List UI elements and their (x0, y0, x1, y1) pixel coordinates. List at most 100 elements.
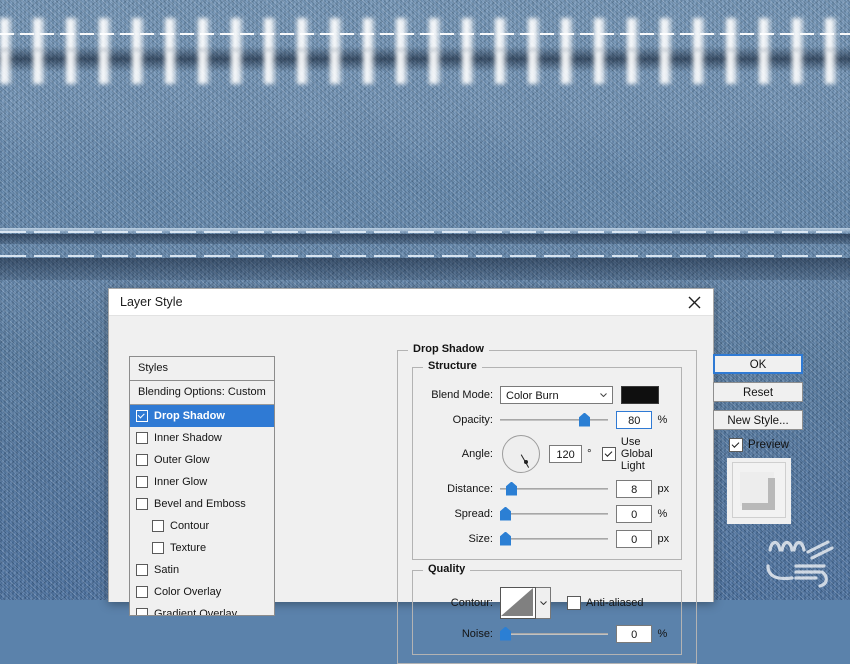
angle-dial-tip (524, 460, 528, 464)
distance-slider-handle[interactable] (506, 481, 517, 496)
opacity-slider-handle[interactable] (579, 412, 590, 427)
style-item-label: Gradient Overlay (154, 608, 238, 616)
size-label: Size: (468, 532, 493, 545)
opacity-input[interactable]: 80 (616, 410, 653, 429)
contour-label: Contour: (450, 597, 493, 609)
style-item-drop-shadow[interactable]: Drop Shadow (130, 405, 274, 427)
dialog-title: Layer Style (120, 295, 183, 309)
layer-style-dialog: Layer Style Styles Blending Options: Cus… (108, 288, 803, 664)
quality-group-title: Quality (423, 563, 471, 575)
size-unit: px (657, 532, 670, 545)
anti-aliased-row[interactable]: Anti-aliased (567, 596, 643, 610)
checkbox-contour[interactable] (152, 520, 164, 532)
second-stitch-highlights (0, 50, 850, 84)
distance-input[interactable]: 8 (616, 479, 653, 498)
reset-button[interactable]: Reset (713, 382, 803, 402)
dialog-titlebar: Layer Style (109, 289, 713, 316)
use-global-light-row[interactable]: Use Global Light (601, 436, 673, 472)
close-icon[interactable] (683, 293, 705, 311)
checkbox-satin[interactable] (136, 564, 148, 576)
size-row: Size: 0 px (421, 528, 673, 549)
noise-unit: % (657, 627, 668, 640)
size-slider[interactable] (500, 530, 608, 548)
angle-dial[interactable] (502, 435, 540, 473)
blending-options-row[interactable]: Blending Options: Custom (130, 381, 274, 405)
style-item-satin[interactable]: Satin (130, 559, 274, 581)
shadow-color-swatch[interactable] (621, 385, 659, 404)
size-input[interactable]: 0 (616, 529, 653, 548)
seam-shadow-upper (0, 234, 850, 244)
angle-label: Angle: (461, 448, 493, 460)
style-item-inner-glow[interactable]: Inner Glow (130, 471, 274, 493)
checkbox-texture[interactable] (152, 542, 164, 554)
style-item-outer-glow[interactable]: Outer Glow (130, 449, 274, 471)
noise-slider[interactable] (500, 625, 608, 643)
style-item-label: Inner Glow (154, 476, 208, 488)
noise-input[interactable]: 0 (616, 624, 653, 643)
preview-label: Preview (748, 439, 789, 451)
opacity-unit: % (657, 413, 668, 426)
style-item-gradient-overlay[interactable]: Gradient Overlay (130, 603, 274, 616)
structure-group-title: Structure (423, 360, 482, 372)
quality-group: Quality Contour: Anti-aliased Noise: 0 % (412, 563, 682, 655)
checkbox-bevel-and-emboss[interactable] (136, 498, 148, 510)
preview-checkbox[interactable] (729, 438, 744, 452)
spread-unit: % (657, 507, 668, 520)
structure-group: Structure Blend Mode: Color Burn Opacity… (412, 360, 682, 560)
checkbox-gradient-overlay[interactable] (136, 608, 148, 615)
size-slider-track (500, 537, 608, 540)
opacity-slider[interactable] (500, 411, 608, 429)
checkbox-inner-shadow[interactable] (136, 432, 148, 444)
style-item-label: Inner Shadow (154, 432, 222, 444)
distance-label: Distance: (447, 482, 493, 495)
distance-slider[interactable] (500, 480, 608, 498)
preview-thumbnail-shadow-bottom (742, 503, 775, 510)
style-item-inner-shadow[interactable]: Inner Shadow (130, 427, 274, 449)
style-item-label: Color Overlay (154, 586, 222, 598)
opacity-label: Opacity: (452, 413, 493, 426)
dialog-buttons: OK Reset New Style... Preview (713, 354, 805, 524)
size-slider-handle[interactable] (500, 531, 511, 546)
styles-list-header[interactable]: Styles (130, 357, 274, 381)
checkbox-color-overlay[interactable] (136, 586, 148, 598)
opacity-row: Opacity: 80 % (421, 409, 673, 430)
use-global-light-label: Use Global Light (620, 436, 653, 472)
drop-shadow-panel: Drop Shadow Structure Blend Mode: Color … (397, 343, 697, 664)
checkbox-inner-glow[interactable] (136, 476, 148, 488)
checkbox-outer-glow[interactable] (136, 454, 148, 466)
chevron-down-icon (600, 392, 607, 397)
style-item-bevel-and-emboss[interactable]: Bevel and Emboss (130, 493, 274, 515)
spread-slider[interactable] (500, 505, 608, 523)
contour-dropdown-button[interactable] (536, 587, 551, 619)
styles-list[interactable]: Styles Blending Options: Custom Drop Sha… (129, 356, 275, 616)
blend-mode-label: Blend Mode: (431, 388, 493, 401)
noise-row: Noise: 0 % (421, 623, 673, 644)
drop-shadow-group: Drop Shadow Structure Blend Mode: Color … (397, 343, 697, 664)
checkbox-drop-shadow[interactable] (136, 410, 148, 422)
chevron-down-icon (539, 601, 547, 605)
seam-shadow-lower (0, 258, 850, 280)
anti-aliased-label: Anti-aliased (586, 597, 644, 609)
preview-row[interactable]: Preview (713, 438, 805, 452)
noise-slider-handle[interactable] (500, 626, 511, 641)
spread-slider-handle[interactable] (500, 506, 511, 521)
blend-mode-select[interactable]: Color Burn (500, 385, 613, 404)
new-style-button[interactable]: New Style... (713, 410, 803, 430)
contour-swatch-icon[interactable] (500, 587, 536, 619)
dialog-body: Styles Blending Options: Custom Drop Sha… (109, 316, 803, 664)
style-item-label: Satin (154, 564, 180, 576)
ok-button[interactable]: OK (713, 354, 803, 374)
spread-input[interactable]: 0 (616, 504, 653, 523)
angle-input[interactable]: 120 (549, 445, 583, 463)
anti-aliased-checkbox[interactable] (567, 596, 581, 610)
use-global-light-checkbox[interactable] (601, 447, 616, 461)
opacity-slider-track (500, 418, 608, 421)
distance-unit: px (657, 482, 670, 495)
top-stitch-thread (0, 33, 850, 35)
style-item-contour[interactable]: Contour (130, 515, 274, 537)
spread-slider-track (500, 512, 608, 515)
angle-row: Angle: 120 ° Use Global Light (421, 434, 673, 474)
style-item-label: Texture (170, 542, 207, 554)
preview-thumbnail (727, 458, 791, 524)
style-item-texture[interactable]: Texture (130, 537, 274, 559)
